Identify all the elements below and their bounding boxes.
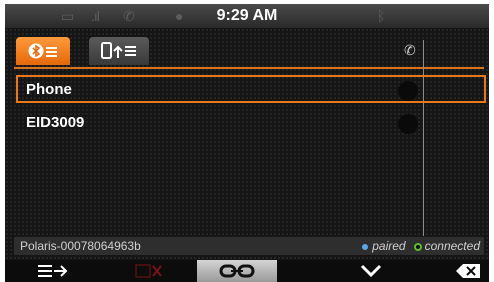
- device-label: EID3009: [26, 114, 85, 131]
- connected-ring-icon: [413, 242, 422, 251]
- legend-paired-label: paired: [372, 239, 406, 253]
- more-button[interactable]: [277, 260, 465, 282]
- tab-paired-devices[interactable]: [16, 37, 70, 65]
- device-info-bar: Polaris-00078064963b paired connected: [14, 237, 484, 255]
- app-screen: ▭ .ıl ✆ ● 9:29 AM ᛒ ✆ Phone EID3009 Pola…: [5, 4, 489, 282]
- connection-indicator: [398, 81, 418, 101]
- tab-sync-devices[interactable]: [89, 37, 149, 65]
- connect-button[interactable]: [197, 260, 277, 282]
- bottom-toolbar: [5, 260, 489, 282]
- device-row-eid3009[interactable]: EID3009: [16, 110, 486, 138]
- clock: 9:29 AM: [216, 7, 278, 24]
- menu-button[interactable]: [5, 260, 101, 282]
- status-legend: paired connected: [362, 237, 480, 255]
- phone-column-icon: ✆: [404, 42, 416, 58]
- bluetooth-list-icon: [28, 43, 57, 59]
- legend-connected-label: connected: [424, 239, 480, 253]
- link-icon: [219, 264, 255, 278]
- menu-arrow-icon: [38, 265, 68, 277]
- delete-disabled-icon: [135, 264, 162, 278]
- back-button[interactable]: [447, 260, 489, 282]
- phone-upload-icon: [101, 42, 136, 59]
- column-divider: [423, 40, 424, 236]
- backspace-icon: [456, 264, 480, 278]
- bluetooth-icon: ᛒ: [377, 8, 386, 24]
- paired-dot-icon: [362, 243, 369, 250]
- chevron-down-icon: [360, 264, 382, 278]
- device-id: Polaris-00078064963b: [20, 239, 141, 253]
- status-bar: ▭ .ıl ✆ ● 9:29 AM ᛒ: [5, 4, 489, 28]
- device-row-phone[interactable]: Phone: [16, 75, 486, 103]
- connection-indicator: [398, 114, 418, 134]
- delete-device-button[interactable]: [101, 260, 197, 282]
- device-label: Phone: [26, 81, 72, 98]
